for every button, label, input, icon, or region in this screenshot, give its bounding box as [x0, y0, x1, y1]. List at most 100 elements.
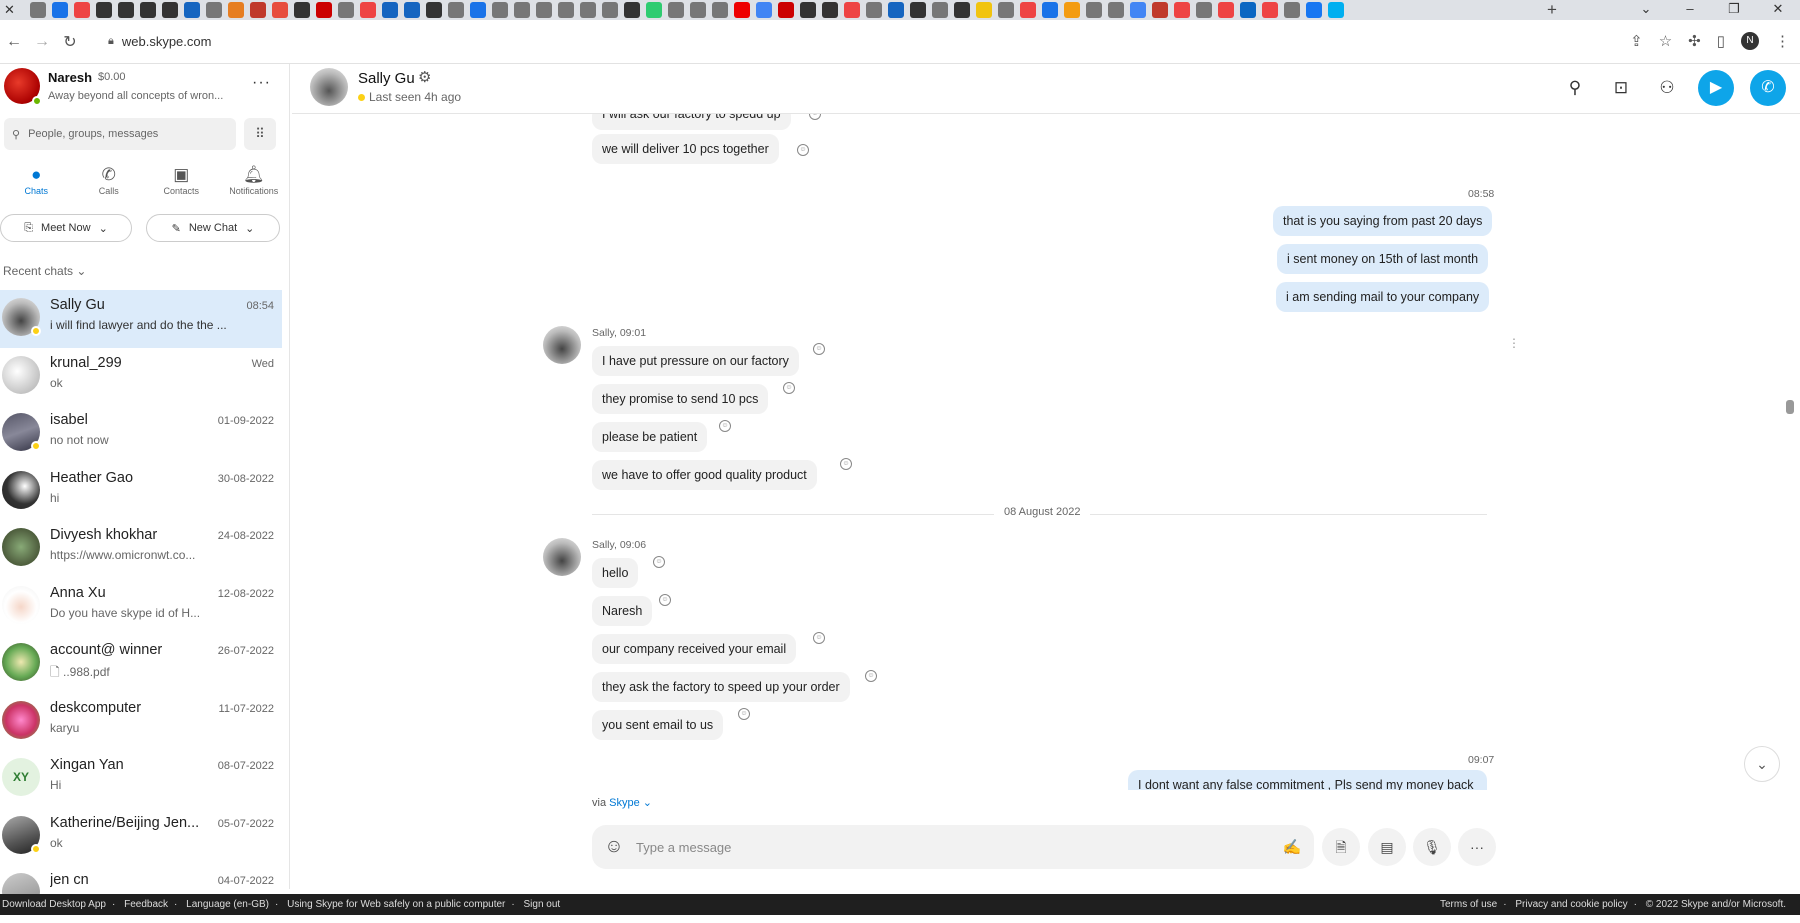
bookmark-favicon-icon[interactable]: [1328, 2, 1344, 18]
gallery-icon[interactable]: ⊡: [1606, 73, 1636, 103]
message-composer[interactable]: ☺ Type a message ✍: [592, 825, 1314, 869]
add-reaction-icon[interactable]: ☺: [813, 343, 825, 355]
chat-item[interactable]: account@ winner 🗋︎ ..988.pdf 26-07-2022: [0, 635, 282, 693]
back-icon[interactable]: ←: [0, 33, 28, 51]
message-bubble[interactable]: they promise to send 10 pcs: [592, 384, 769, 414]
tab-contacts[interactable]: ▣ Contacts: [145, 164, 218, 214]
bookmark-favicon-icon[interactable]: [888, 2, 904, 18]
bookmark-favicon-icon[interactable]: [668, 2, 684, 18]
browser-menu-icon[interactable]: ⋮: [1775, 32, 1790, 50]
add-reaction-icon[interactable]: ☺: [840, 458, 852, 470]
more-options-icon[interactable]: ···: [252, 74, 271, 92]
bookmark-favicon-icon[interactable]: [382, 2, 398, 18]
bookmark-favicon-icon[interactable]: [1064, 2, 1080, 18]
message-bubble[interactable]: we have to offer good quality product: [592, 460, 817, 490]
via-skype[interactable]: via Skype ⌄: [592, 796, 652, 809]
bookmark-favicon-icon[interactable]: [734, 2, 750, 18]
bookmark-favicon-icon[interactable]: [800, 2, 816, 18]
bookmark-favicon-icon[interactable]: [360, 2, 376, 18]
sender-avatar[interactable]: [543, 538, 581, 576]
chat-item[interactable]: Heather Gao hi 30-08-2022: [0, 463, 282, 521]
tab-search-icon[interactable]: ⌄: [1624, 0, 1668, 20]
bookmark-favicon-icon[interactable]: [206, 2, 222, 18]
bookmark-favicon-icon[interactable]: [1042, 2, 1058, 18]
sender-avatar[interactable]: [543, 326, 581, 364]
audio-call-button[interactable]: ✆: [1750, 70, 1786, 106]
bookmark-favicon-icon[interactable]: [1130, 2, 1146, 18]
language-link[interactable]: Language (en-GB): [186, 899, 269, 910]
gear-icon[interactable]: ⚙: [418, 68, 431, 86]
side-panel-icon[interactable]: ▯: [1717, 32, 1725, 50]
my-profile[interactable]: Naresh $0.00 Away beyond all concepts of…: [0, 64, 290, 110]
bookmark-favicon-icon[interactable]: [1284, 2, 1300, 18]
add-people-icon[interactable]: ⚇: [1652, 73, 1682, 103]
message-bubble-own[interactable]: I dont want any false commitment , Pls s…: [1128, 770, 1487, 790]
message-bubble[interactable]: our company received your email: [592, 634, 797, 664]
microphone-button[interactable]: 🎙︎: [1413, 828, 1451, 866]
bookmark-favicon-icon[interactable]: [492, 2, 508, 18]
forward-icon[interactable]: →: [28, 33, 56, 51]
text-format-icon[interactable]: ✍: [1270, 838, 1314, 856]
dialpad-button[interactable]: ⠿: [244, 118, 276, 150]
privacy-link[interactable]: Privacy and cookie policy: [1515, 899, 1627, 910]
bookmark-favicon-icon[interactable]: [272, 2, 288, 18]
download-desktop-link[interactable]: Download Desktop App: [2, 899, 106, 910]
message-bubble-own[interactable]: i am sending mail to your company: [1276, 282, 1490, 312]
safety-link[interactable]: Using Skype for Web safely on a public c…: [287, 899, 505, 910]
chat-item[interactable]: deskcomputer karyu 11-07-2022: [0, 693, 282, 751]
message-bubble[interactable]: I have put pressure on our factory: [592, 346, 799, 376]
bookmark-favicon-icon[interactable]: [580, 2, 596, 18]
message-bubble-own[interactable]: that is you saying from past 20 days: [1273, 206, 1493, 236]
mood-message[interactable]: Away beyond all concepts of wron...: [48, 90, 233, 102]
contact-name[interactable]: Sally Gu: [358, 70, 415, 87]
add-reaction-icon[interactable]: ☺: [738, 708, 750, 720]
bookmark-star-icon[interactable]: ☆: [1659, 32, 1672, 50]
share-icon[interactable]: ⇪: [1630, 32, 1643, 50]
meet-now-button[interactable]: ⎘ Meet Now ⌄: [0, 214, 132, 242]
add-reaction-icon[interactable]: ☺: [865, 670, 877, 682]
bookmark-favicon-icon[interactable]: [448, 2, 464, 18]
contact-avatar[interactable]: [310, 68, 348, 106]
bookmark-favicon-icon[interactable]: [1020, 2, 1036, 18]
bookmark-favicon-icon[interactable]: [778, 2, 794, 18]
contact-card-button[interactable]: ▤: [1368, 828, 1406, 866]
more-actions-button[interactable]: ···: [1458, 828, 1496, 866]
bookmark-favicon-icon[interactable]: [250, 2, 266, 18]
bookmark-favicon-icon[interactable]: [932, 2, 948, 18]
send-file-button[interactable]: 🗎: [1322, 828, 1360, 866]
chat-item[interactable]: Sally Gu i will find lawyer and do the th…: [0, 290, 282, 348]
chat-item[interactable]: krunal_299 ok Wed: [0, 348, 282, 406]
add-reaction-icon[interactable]: ☺: [797, 144, 809, 156]
bookmark-favicon-icon[interactable]: [184, 2, 200, 18]
add-reaction-icon[interactable]: ☺: [809, 114, 821, 120]
bookmark-favicon-icon[interactable]: [514, 2, 530, 18]
bookmark-favicon-icon[interactable]: [52, 2, 68, 18]
skype-credit-balance[interactable]: $0.00: [98, 71, 126, 83]
reload-icon[interactable]: ↻: [56, 32, 84, 52]
browser-profile-avatar[interactable]: N: [1741, 32, 1759, 50]
bookmark-favicon-icon[interactable]: [1306, 2, 1322, 18]
close-window-button[interactable]: ✕: [1756, 0, 1800, 20]
add-reaction-icon[interactable]: ☺: [813, 632, 825, 644]
message-bubble[interactable]: I will ask our factory to spedd up: [592, 114, 791, 130]
search-icon[interactable]: ⚲: [1560, 73, 1590, 103]
bookmark-favicon-icon[interactable]: [536, 2, 552, 18]
bookmark-favicon-icon[interactable]: [118, 2, 134, 18]
bookmark-favicon-icon[interactable]: [1240, 2, 1256, 18]
message-bubble[interactable]: we will deliver 10 pcs together: [592, 134, 779, 164]
bookmark-favicon-icon[interactable]: [470, 2, 486, 18]
chat-item[interactable]: XY Xingan Yan Hi 08-07-2022: [0, 750, 282, 808]
bookmark-favicon-icon[interactable]: [404, 2, 420, 18]
bookmark-favicon-icon[interactable]: [1218, 2, 1234, 18]
bookmark-favicon-icon[interactable]: [316, 2, 332, 18]
message-bubble[interactable]: you sent email to us: [592, 710, 724, 740]
message-bubble[interactable]: Naresh: [592, 596, 653, 626]
bookmark-favicon-icon[interactable]: [162, 2, 178, 18]
bookmark-favicon-icon[interactable]: [756, 2, 772, 18]
sign-out-link[interactable]: Sign out: [524, 899, 561, 910]
message-bubble[interactable]: they ask the factory to speed up your or…: [592, 672, 850, 702]
bookmark-favicon-icon[interactable]: [426, 2, 442, 18]
tab-notifications[interactable]: 🔔︎ Notifications: [218, 164, 291, 214]
bookmark-favicon-icon[interactable]: [910, 2, 926, 18]
bookmark-favicon-icon[interactable]: [96, 2, 112, 18]
